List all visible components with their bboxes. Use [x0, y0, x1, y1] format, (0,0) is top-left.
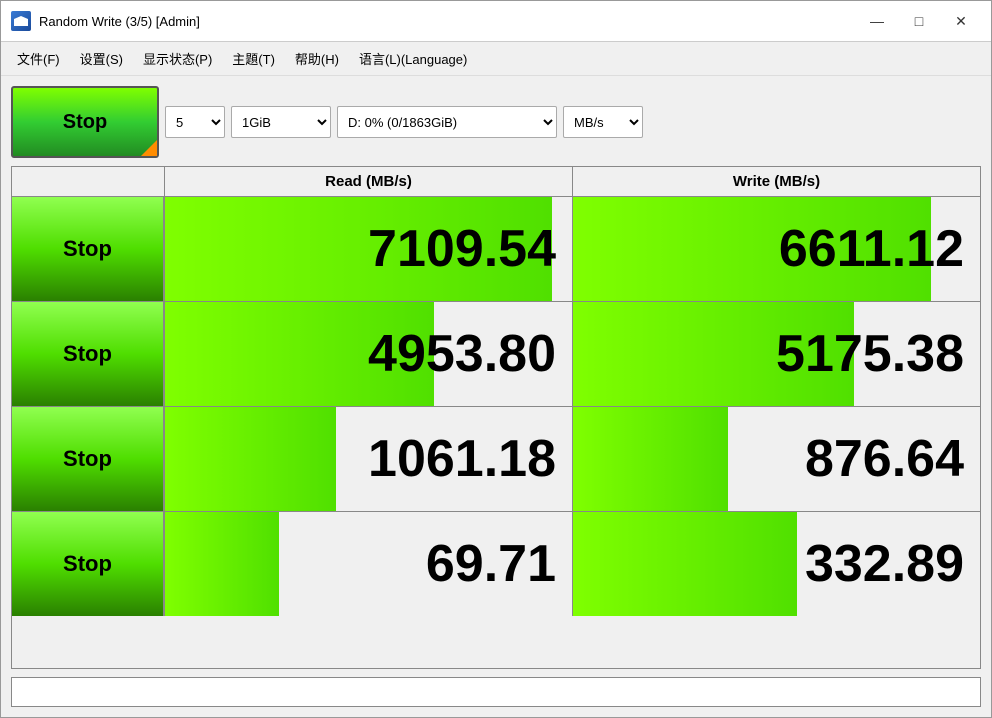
count-select[interactable]: 5 1 2 3 4 6 7 8: [165, 106, 225, 138]
menu-settings[interactable]: 设置(S): [72, 46, 131, 71]
status-bar: [11, 677, 981, 707]
size-select[interactable]: 1GiB 512MiB 2GiB 4GiB 8GiB: [231, 106, 331, 138]
title-bar: Random Write (3/5) [Admin] — □ ✕: [1, 1, 991, 42]
write-value-1: 6611.12: [572, 197, 980, 301]
write-value-2: 5175.38: [572, 302, 980, 406]
window-controls: — □ ✕: [857, 7, 981, 35]
stop-button-1[interactable]: Stop: [12, 197, 163, 301]
close-button[interactable]: ✕: [941, 7, 981, 35]
stop-btn-cell-2: Stop: [12, 302, 164, 406]
write-value-3: 876.64: [572, 407, 980, 511]
menu-help[interactable]: 帮助(H): [287, 46, 347, 71]
title-bar-left: Random Write (3/5) [Admin]: [11, 11, 200, 31]
read-value-2: 4953.80: [164, 302, 572, 406]
content-area: Stop 5 1 2 3 4 6 7 8 1GiB 512MiB 2GiB 4G…: [1, 76, 991, 717]
header-write: Write (MB/s): [572, 167, 980, 196]
main-stop-button[interactable]: Stop: [11, 86, 159, 158]
maximize-button[interactable]: □: [899, 7, 939, 35]
table-row: Stop 1061.18 876.64: [12, 406, 980, 511]
stop-btn-cell-3: Stop: [12, 407, 164, 511]
header-read: Read (MB/s): [164, 167, 572, 196]
window-title: Random Write (3/5) [Admin]: [39, 14, 200, 29]
stop-button-2[interactable]: Stop: [12, 302, 163, 406]
minimize-button[interactable]: —: [857, 7, 897, 35]
main-window: Random Write (3/5) [Admin] — □ ✕ 文件(F) 设…: [0, 0, 992, 718]
read-value-3: 1061.18: [164, 407, 572, 511]
toolbar: Stop 5 1 2 3 4 6 7 8 1GiB 512MiB 2GiB 4G…: [11, 86, 981, 158]
stop-button-4[interactable]: Stop: [12, 512, 163, 616]
table-row: Stop 69.71 332.89: [12, 511, 980, 616]
menu-file[interactable]: 文件(F): [9, 46, 68, 71]
table-row: Stop 7109.54 6611.12: [12, 196, 980, 301]
stop-button-3[interactable]: Stop: [12, 407, 163, 511]
stop-btn-cell-4: Stop: [12, 512, 164, 616]
header-row: Read (MB/s) Write (MB/s): [12, 167, 980, 196]
menu-theme[interactable]: 主題(T): [224, 46, 283, 71]
menu-display[interactable]: 显示状态(P): [135, 46, 220, 71]
unit-select[interactable]: MB/s GB/s IOPS: [563, 106, 643, 138]
write-value-4: 332.89: [572, 512, 980, 616]
drive-select[interactable]: D: 0% (0/1863GiB): [337, 106, 557, 138]
table-row: Stop 4953.80 5175.38: [12, 301, 980, 406]
menu-language[interactable]: 语言(L)(Language): [351, 46, 475, 71]
app-icon: [11, 11, 31, 31]
data-grid: Read (MB/s) Write (MB/s) Stop 7109.54 66…: [11, 166, 981, 669]
read-value-4: 69.71: [164, 512, 572, 616]
read-value-1: 7109.54: [164, 197, 572, 301]
stop-btn-cell-1: Stop: [12, 197, 164, 301]
menu-bar: 文件(F) 设置(S) 显示状态(P) 主題(T) 帮助(H) 语言(L)(La…: [1, 42, 991, 76]
header-empty: [12, 167, 164, 196]
